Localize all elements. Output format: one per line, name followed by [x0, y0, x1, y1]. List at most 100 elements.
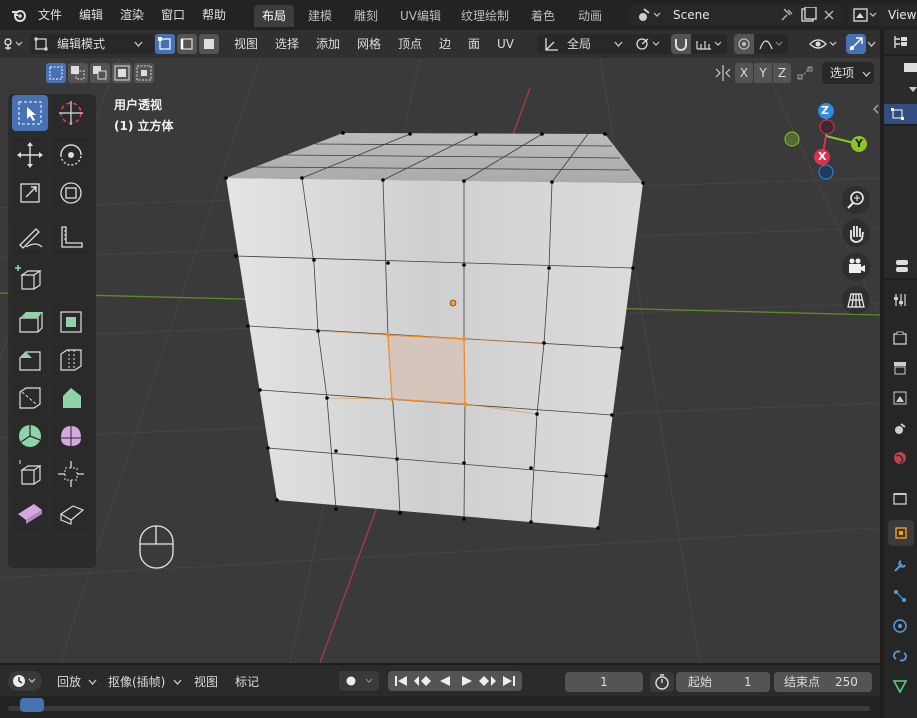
world-icon[interactable] [892, 450, 908, 466]
sidebar-toggle-icon[interactable] [872, 103, 880, 115]
transform-orientation-dropdown[interactable]: 全局 [538, 34, 638, 54]
face-select-button[interactable] [199, 34, 219, 54]
start-frame-field[interactable]: 起始 1 [676, 672, 770, 692]
wrench-icon[interactable] [892, 558, 908, 574]
current-frame-field[interactable]: 1 [565, 672, 643, 692]
data-icon[interactable] [892, 678, 908, 694]
mode-dropdown[interactable]: 编辑模式 [30, 34, 154, 54]
tab-modeling[interactable]: 建模 [300, 5, 340, 27]
tool-measure[interactable] [53, 219, 89, 255]
tab-uv-editing[interactable]: UV编辑 [392, 5, 449, 27]
tool-extrude[interactable] [12, 304, 48, 340]
snap-controls[interactable] [671, 34, 727, 54]
new-scene-icon[interactable] [799, 7, 817, 23]
select-intersect-button[interactable] [134, 63, 154, 83]
tool-transform[interactable] [53, 175, 89, 211]
tab-animation[interactable]: 动画 [570, 5, 610, 27]
mirror-z-button[interactable]: Z [773, 63, 791, 83]
jump-end-icon[interactable] [498, 673, 520, 689]
tool-bevel[interactable] [12, 342, 48, 378]
timeline-scrub-area[interactable] [0, 696, 880, 718]
view-layer-selector[interactable]: View [848, 4, 917, 26]
timeline-view-menu[interactable]: 视图 [194, 672, 218, 692]
render-icon[interactable] [892, 330, 908, 346]
tool-inset[interactable] [53, 304, 89, 340]
play-reverse-icon[interactable] [434, 673, 456, 689]
auto-keying-toggle[interactable] [339, 671, 379, 691]
menu-edit[interactable]: 编辑 [79, 6, 103, 24]
menu-view[interactable]: 视图 [234, 34, 258, 54]
menu-render[interactable]: 渲染 [120, 6, 144, 24]
menu-help[interactable]: 帮助 [202, 6, 226, 24]
proportional-edit-controls[interactable] [734, 34, 788, 54]
menu-window[interactable]: 窗口 [161, 6, 185, 24]
timeline-scrollbar[interactable] [8, 706, 870, 711]
outliner-header[interactable] [884, 30, 917, 54]
keying-menu[interactable]: 抠像(插帧) [104, 672, 184, 692]
tool-loop-cut[interactable] [53, 342, 89, 378]
tool-shear[interactable] [12, 494, 48, 530]
tab-shading[interactable]: 着色 [523, 5, 563, 27]
camera-view-button[interactable] [842, 253, 870, 281]
tool-scale[interactable] [12, 175, 48, 211]
physics-icon[interactable] [892, 618, 908, 634]
editor-type-icon[interactable] [2, 36, 24, 52]
tool-spin[interactable] [12, 418, 48, 454]
tool-shrink-fatten[interactable] [53, 456, 89, 492]
edge-select-button[interactable] [177, 34, 197, 54]
pin-icon[interactable] [779, 7, 795, 23]
tool-select-box[interactable] [12, 95, 48, 131]
menu-select[interactable]: 选择 [275, 34, 299, 54]
proportional-toggle[interactable] [734, 34, 754, 54]
close-icon[interactable] [821, 7, 837, 23]
view-layer-tab-icon[interactable] [892, 390, 908, 406]
menu-add[interactable]: 添加 [316, 34, 340, 54]
mirror-x-button[interactable]: X [735, 63, 753, 83]
collection-icon[interactable] [892, 490, 908, 506]
tool-knife[interactable] [12, 380, 48, 416]
playhead[interactable] [20, 698, 44, 712]
options-dropdown[interactable]: 选项 [822, 62, 874, 84]
playback-menu[interactable]: 回放 [52, 672, 98, 692]
pan-button[interactable] [842, 219, 870, 247]
tool-rip[interactable] [53, 494, 89, 530]
menu-mesh[interactable]: 网格 [357, 34, 381, 54]
outliner-selected-row[interactable] [884, 104, 917, 124]
menu-edge[interactable]: 边 [439, 34, 451, 54]
menu-file[interactable]: 文件 [38, 6, 62, 24]
chevron-down-icon[interactable] [867, 40, 876, 48]
zoom-button[interactable] [842, 186, 870, 214]
menu-uv[interactable]: UV [497, 34, 514, 54]
mirror-y-button[interactable]: Y [754, 63, 772, 83]
output-icon[interactable] [892, 360, 908, 376]
tab-layout[interactable]: 布局 [254, 5, 295, 27]
tool-rotate[interactable] [53, 137, 89, 173]
preview-range-toggle[interactable] [650, 672, 674, 692]
timeline-marker-menu[interactable]: 标记 [235, 672, 259, 692]
scene-tab-icon[interactable] [892, 420, 908, 436]
tool-poly-build[interactable] [53, 380, 89, 416]
next-keyframe-icon[interactable] [476, 673, 498, 689]
blender-logo-icon[interactable] [10, 6, 28, 24]
tool-smooth[interactable] [53, 418, 89, 454]
mirror-icon[interactable] [714, 64, 732, 82]
end-frame-field[interactable]: 结束点 250 [774, 672, 872, 692]
tool-annotate[interactable] [12, 219, 48, 255]
jump-start-icon[interactable] [390, 673, 412, 689]
scene-selector[interactable]: Scene [631, 4, 841, 26]
perspective-toggle-button[interactable] [842, 286, 870, 314]
select-extend-button[interactable] [68, 63, 88, 83]
tool-move[interactable] [12, 137, 48, 173]
visibility-icon[interactable] [808, 36, 838, 52]
tool-settings-icon[interactable] [892, 292, 908, 308]
constraints-icon[interactable] [892, 648, 908, 664]
tab-texture-paint[interactable]: 纹理绘制 [453, 5, 517, 27]
prev-keyframe-icon[interactable] [412, 673, 434, 689]
particles-icon[interactable] [892, 588, 908, 604]
topology-mirror-icon[interactable] [796, 64, 814, 82]
timeline-editor-type[interactable] [8, 671, 42, 691]
select-new-button[interactable] [46, 63, 66, 83]
menu-vertex[interactable]: 顶点 [398, 34, 422, 54]
tool-edge-slide[interactable] [12, 456, 48, 492]
play-icon[interactable] [456, 673, 478, 689]
